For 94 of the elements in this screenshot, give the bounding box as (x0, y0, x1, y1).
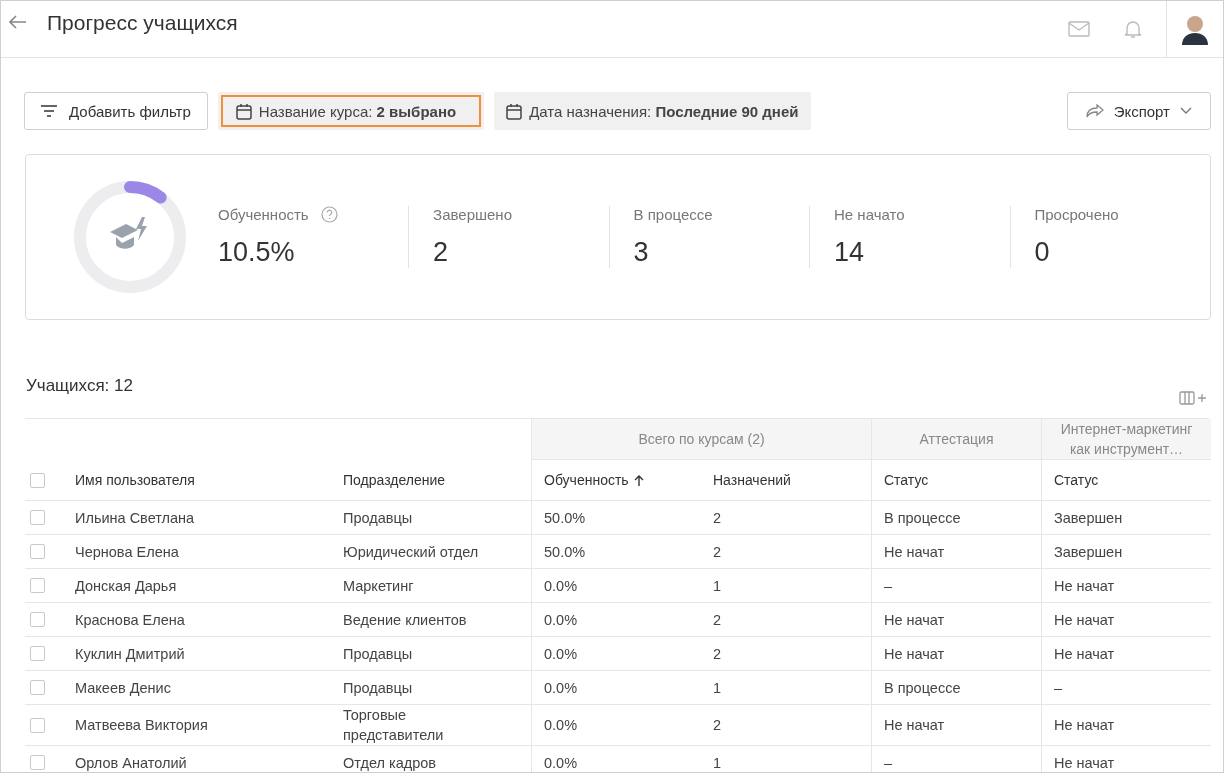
stat-label: Обученность (218, 206, 309, 223)
stat-label: В процессе (633, 206, 713, 223)
table-cell-text: 0.0% (544, 678, 578, 698)
table-cell-text: Ильина Светлана (75, 508, 195, 528)
stat-label: Просрочено (1034, 206, 1119, 223)
table-cell-text: Маркетинг (343, 576, 414, 596)
filter-icon (41, 105, 57, 117)
stat-value: 3 (633, 237, 650, 268)
table-cell-text: Продавцы (343, 508, 413, 528)
table-cell-text: 2 (713, 610, 722, 630)
table-cell-text: 1 (713, 753, 722, 772)
table-cell-text: Орлов Анатолий (75, 753, 187, 772)
stat-value: 0 (1034, 237, 1051, 268)
table-cell-text: – (1054, 678, 1063, 698)
column-header[interactable]: Обученность (544, 472, 644, 488)
table-cell-text: 0.0% (544, 644, 578, 664)
table-cell-text: Завершен (1054, 508, 1123, 528)
table-cell-text: Краснова Елена (75, 610, 185, 630)
table-cell-text: Отдел кадров (343, 753, 436, 772)
stat-value: 2 (433, 237, 450, 268)
table-cell-text: – (884, 576, 893, 596)
row-checkbox[interactable] (30, 717, 45, 733)
table-cell-text: 50.0% (544, 508, 586, 528)
table-cell-text: Донская Дарья (75, 576, 177, 596)
learner-count: Учащихся: 12 (26, 376, 133, 396)
filter-chip[interactable]: Название курса: 2 выбрано (217, 92, 485, 130)
back-arrow-icon[interactable] (9, 15, 27, 29)
row-checkbox[interactable] (30, 510, 45, 525)
table-cell-text: 2 (713, 716, 722, 735)
table-cell-text: Матвеева Виктория (75, 716, 208, 735)
help-icon[interactable] (320, 206, 338, 223)
export-button[interactable]: Экспорт (1066, 92, 1211, 130)
table-cell-text: 2 (713, 644, 722, 664)
table-cell-text: Не начат (884, 610, 945, 630)
share-arrow-icon (1085, 104, 1104, 118)
table-cell-text: 1 (713, 678, 722, 698)
table-cell-text: 2 (713, 508, 722, 528)
column-group-header: Всего по курсам (2) (531, 419, 871, 460)
table-cell-text: 0.0% (544, 716, 578, 735)
calendar-icon (506, 102, 523, 120)
row-checkbox[interactable] (30, 578, 45, 593)
table-cell-text: Не начат (884, 644, 945, 664)
table-cell-text: 0.0% (544, 610, 578, 630)
table-cell-text: Не начат (1054, 644, 1115, 664)
stat-label: Не начато (834, 206, 905, 223)
column-header[interactable]: Имя пользователя (75, 472, 195, 488)
column-group-header: Аттестация (871, 419, 1041, 460)
table-cell-text: 50.0% (544, 542, 586, 562)
row-checkbox[interactable] (30, 544, 45, 559)
stat-value: 14 (834, 237, 866, 268)
row-checkbox[interactable] (30, 612, 45, 627)
table-cell-text: Не начат (884, 542, 945, 562)
table-cell-text: В процессе (884, 678, 961, 698)
table-cell-text: 0.0% (544, 753, 578, 772)
table-cell-text: Макеев Денис (75, 678, 171, 698)
table-cell-text: В процессе (884, 508, 961, 528)
table-cell-text: Не начат (1054, 610, 1115, 630)
avatar-icon[interactable] (1180, 13, 1210, 45)
bell-icon[interactable] (1124, 19, 1142, 39)
table-cell-text: Куклин Дмитрий (75, 644, 185, 664)
table-cell-text: Не начат (1054, 753, 1115, 772)
column-header[interactable]: Подразделение (343, 472, 446, 488)
chevron-down-icon (1180, 107, 1192, 115)
table-cell-text: 2 (713, 542, 722, 562)
stat-label: Завершено (433, 206, 512, 223)
mail-icon[interactable] (1068, 21, 1090, 37)
add-column-icon[interactable] (1179, 390, 1209, 406)
table-cell-text: 1 (713, 576, 722, 596)
table-cell-text: Продавцы (343, 678, 413, 698)
table-cell-text: Чернова Елена (75, 542, 179, 562)
select-all-checkbox[interactable] (30, 472, 45, 488)
table-cell-text: Юридический отдел (343, 542, 479, 562)
table-cell-text: Не начат (884, 716, 945, 735)
table-cell-text: 0.0% (544, 576, 578, 596)
column-header[interactable]: Статус (1054, 472, 1099, 488)
table-cell-text: Ведение клиентов (343, 610, 467, 630)
filter-chip[interactable]: Дата назначения: Последние 90 дней (494, 92, 811, 130)
table-cell-text: Торговые представители (343, 706, 445, 745)
table-cell-text: Не начат (1054, 576, 1115, 596)
add-filter-button[interactable]: Добавить фильтр (24, 92, 208, 130)
column-header[interactable]: Статус (884, 472, 929, 488)
row-checkbox[interactable] (30, 680, 45, 695)
sort-arrow-icon (633, 474, 644, 486)
table-cell-text: Завершен (1054, 542, 1123, 562)
stat-value: 10.5% (218, 237, 296, 268)
table-cell-text: – (884, 753, 893, 772)
table-cell-text: Не начат (1054, 716, 1115, 735)
row-checkbox[interactable] (30, 755, 45, 770)
column-group-header: Интернет-маркетинг как инструмент… (1041, 419, 1211, 460)
row-checkbox[interactable] (30, 646, 45, 661)
page-title: Прогресс учащихся (47, 11, 238, 35)
table-cell-text: Продавцы (343, 644, 413, 664)
column-header[interactable]: Назначений (713, 472, 791, 488)
calendar-icon (235, 102, 252, 120)
